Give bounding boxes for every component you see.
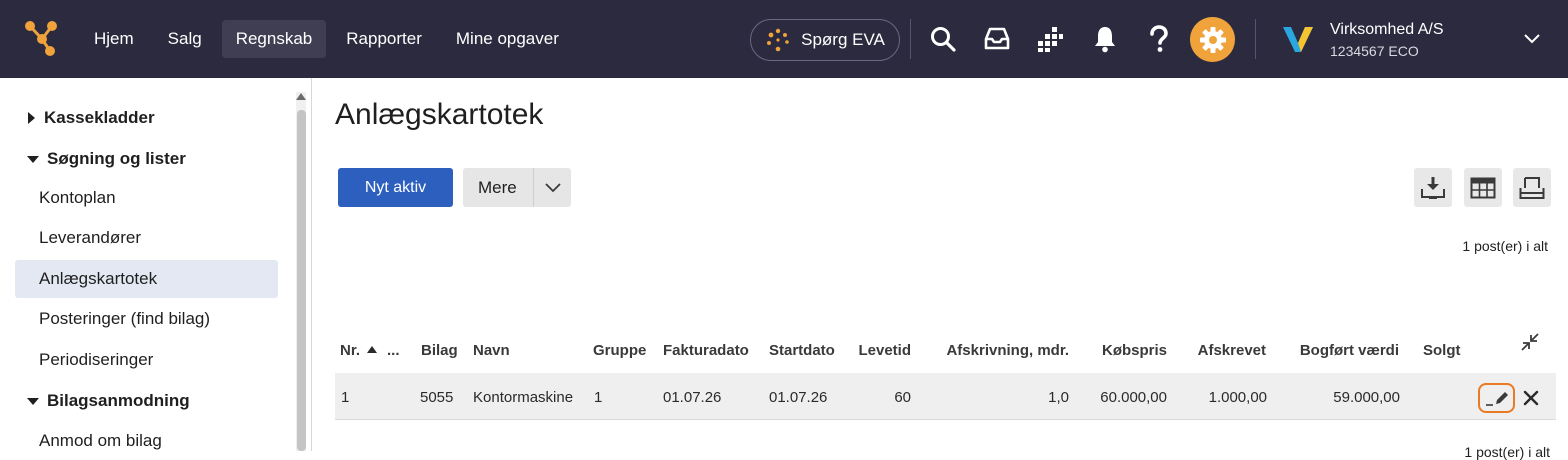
caret-down-icon	[27, 397, 39, 405]
cell-bogfort-vaerdi: 59.000,00	[1333, 389, 1400, 406]
inbox-icon[interactable]	[980, 22, 1014, 56]
sidebar-item-periodiseringer[interactable]: Periodiseringer	[15, 341, 278, 379]
caret-right-icon	[28, 112, 35, 124]
column-header-gruppe[interactable]: Gruppe	[593, 342, 646, 359]
download-icon	[1421, 176, 1445, 199]
divider	[1255, 19, 1256, 59]
column-options-button[interactable]: ...	[387, 342, 400, 359]
sidebar-item-anlaegskartotek[interactable]: Anlægskartotek	[15, 260, 278, 298]
cell-kobspris: 60.000,00	[1100, 389, 1167, 406]
divider	[910, 19, 911, 59]
nav-item-salg[interactable]: Salg	[154, 20, 216, 58]
apps-icon[interactable]	[1033, 22, 1067, 56]
edit-button[interactable]	[1478, 383, 1515, 413]
column-header-navn[interactable]: Navn	[473, 342, 510, 359]
more-dropdown-toggle[interactable]	[534, 182, 571, 194]
nav-item-mine-opgaver[interactable]: Mine opgaver	[442, 20, 573, 58]
chevron-down-icon	[544, 182, 561, 192]
scroll-up-icon[interactable]	[296, 93, 306, 100]
export-button[interactable]	[1414, 168, 1452, 207]
cell-afskrivning: 1,0	[1048, 389, 1069, 406]
bell-icon[interactable]	[1088, 22, 1122, 56]
cell-navn: Kontormaskine	[473, 389, 574, 406]
cell-bilag[interactable]: 5055	[420, 389, 453, 406]
column-header-bilag[interactable]: Bilag	[421, 342, 458, 359]
search-icon[interactable]	[926, 22, 960, 56]
column-header-afskrevet[interactable]: Afskrevet	[1180, 342, 1266, 359]
caret-down-icon	[27, 155, 39, 163]
cell-levetid: 60	[894, 389, 911, 406]
nav-item-rapporter[interactable]: Rapporter	[332, 20, 436, 58]
column-header-bogfort-vaerdi[interactable]: Bogført værdi	[1280, 342, 1399, 359]
settings-button[interactable]	[1190, 17, 1235, 62]
company-name[interactable]: Virksomhed A/S	[1330, 21, 1444, 39]
sidebar-section-sogning-og-lister[interactable]: Søgning og lister	[27, 149, 186, 169]
cell-afskrevet: 1.000,00	[1208, 389, 1267, 406]
chevron-down-icon[interactable]	[1522, 29, 1542, 49]
cell-nr: 1	[341, 389, 350, 406]
column-header-solgt[interactable]: Solgt	[1423, 342, 1461, 359]
record-count: 1 post(er) i alt	[1462, 238, 1548, 254]
cell-startdato: 01.07.26	[769, 389, 828, 406]
more-button[interactable]: Mere	[463, 168, 571, 207]
company-id: 1234567 ECO	[1330, 43, 1419, 59]
page-title: Anlægskartotek	[335, 98, 544, 131]
company-logo-icon[interactable]	[1282, 25, 1314, 53]
sidebar-item-kontoplan[interactable]: Kontoplan	[15, 179, 278, 217]
sidebar-section-kassekladder[interactable]: Kassekladder	[28, 108, 155, 128]
column-header-nr[interactable]: Nr.	[340, 342, 378, 359]
sidebar-section-label: Kassekladder	[44, 108, 155, 127]
sidebar-section-label: Søgning og lister	[47, 149, 186, 168]
record-count-bottom: 1 post(er) i alt	[1464, 444, 1550, 460]
sidebar-section-bilagsanmodning[interactable]: Bilagsanmodning	[27, 391, 190, 411]
column-header-kobspris[interactable]: Købspris	[1080, 342, 1167, 359]
sidebar-item-leverandorer[interactable]: Leverandører	[15, 219, 278, 257]
column-header-afskrivning[interactable]: Afskrivning, mdr.	[930, 342, 1069, 359]
print-icon	[1519, 176, 1545, 199]
columns-button[interactable]	[1464, 168, 1502, 207]
delete-icon[interactable]	[1522, 389, 1540, 407]
cell-gruppe: 1	[594, 389, 603, 406]
sidebar-item-posteringer[interactable]: Posteringer (find bilag)	[15, 300, 278, 338]
column-header-fakturadato[interactable]: Fakturadato	[663, 342, 749, 359]
app-logo[interactable]	[22, 18, 62, 58]
nav-item-hjem[interactable]: Hjem	[80, 20, 148, 58]
pencil-icon	[1485, 392, 1508, 406]
column-header-label: Nr.	[340, 342, 361, 359]
column-header-levetid[interactable]: Levetid	[840, 342, 911, 359]
eva-icon	[767, 28, 789, 52]
ask-eva-label: Spørg EVA	[801, 30, 885, 49]
top-bar: Hjem Salg Regnskab Rapporter Mine opgave…	[0, 0, 1568, 78]
collapse-icon[interactable]	[1520, 332, 1540, 352]
column-header-startdato[interactable]: Startdato	[769, 342, 835, 359]
help-icon[interactable]	[1142, 22, 1176, 56]
table-icon	[1470, 177, 1496, 198]
ask-eva-button[interactable]: Spørg EVA	[750, 19, 900, 61]
new-asset-button[interactable]: Nyt aktiv	[338, 168, 453, 207]
gear-icon	[1199, 26, 1226, 53]
sort-ascending-icon	[367, 346, 378, 353]
nav-item-regnskab[interactable]: Regnskab	[221, 20, 327, 58]
main-nav: Hjem Salg Regnskab Rapporter Mine opgave…	[80, 20, 579, 58]
sidebar-scrollbar-thumb[interactable]	[297, 110, 306, 451]
print-button[interactable]	[1513, 168, 1551, 207]
sidebar-section-label: Bilagsanmodning	[47, 391, 190, 410]
cell-fakturadato: 01.07.26	[663, 389, 722, 406]
sidebar-item-anmod-om-bilag[interactable]: Anmod om bilag	[15, 422, 278, 460]
more-button-label: Mere	[478, 177, 517, 197]
